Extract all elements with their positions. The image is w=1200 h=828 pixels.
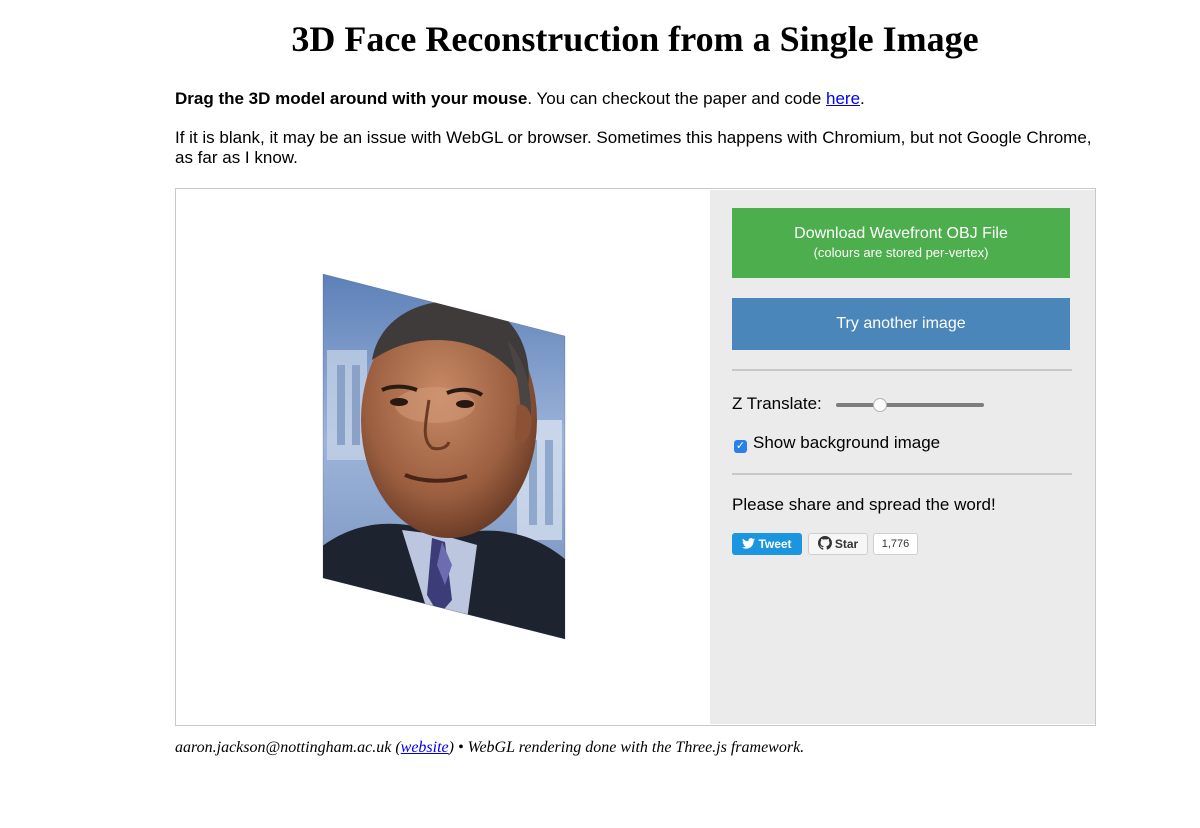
download-obj-sublabel: (colours are stored per-vertex) — [813, 245, 989, 260]
footer: aaron.jackson@nottingham.ac.uk (website)… — [175, 739, 804, 757]
star-count[interactable]: 1,776 — [873, 533, 918, 555]
slider-track[interactable] — [836, 403, 984, 407]
tweet-button[interactable]: Tweet — [732, 533, 802, 555]
slider-thumb[interactable] — [873, 398, 888, 412]
intro-text: Drag the 3D model around with your mouse… — [175, 89, 1100, 109]
face-texture — [323, 274, 565, 639]
show-background-row[interactable]: ✓ Show background image — [734, 433, 940, 453]
divider — [732, 369, 1072, 371]
share-text: Please share and spread the word! — [732, 495, 996, 514]
show-background-checkbox[interactable]: ✓ — [734, 440, 747, 453]
page-title: 3D Face Reconstruction from a Single Ima… — [291, 19, 979, 59]
3d-canvas[interactable] — [177, 190, 710, 724]
face-model[interactable] — [177, 190, 710, 724]
webgl-warning: If it is blank, it may be an issue with … — [175, 128, 1092, 167]
z-translate-label: Z Translate: — [732, 394, 822, 413]
author-email: aaron.jackson@nottingham.ac.uk — [175, 739, 392, 756]
download-obj-label: Download Wavefront OBJ File — [794, 225, 1008, 242]
github-octocat-icon — [817, 536, 832, 550]
twitter-bird-icon — [742, 538, 756, 549]
footer-credits: ) • WebGL rendering done with the Three.… — [448, 739, 805, 756]
z-translate-slider[interactable] — [836, 398, 984, 412]
tweet-label: Tweet — [758, 537, 792, 551]
intro-middle: . You can checkout the paper and code — [527, 89, 827, 108]
divider — [732, 473, 1072, 475]
show-background-label: Show background image — [753, 433, 941, 452]
checkmark-icon: ✓ — [735, 440, 746, 452]
github-star-button[interactable]: Star — [808, 533, 868, 555]
star-label: Star — [834, 537, 859, 551]
website-link[interactable]: website — [401, 739, 449, 756]
viewer-container: Download Wavefront OBJ File (colours are… — [175, 188, 1096, 726]
try-another-image-button[interactable]: Try another image — [732, 298, 1070, 350]
control-panel: Download Wavefront OBJ File (colours are… — [710, 190, 1095, 724]
z-translate-row: Z Translate: — [732, 394, 984, 414]
footer-paren: ( — [391, 739, 401, 756]
intro-end: . — [860, 89, 865, 108]
intro-bold: Drag the 3D model around with your mouse — [175, 89, 528, 108]
download-obj-button[interactable]: Download Wavefront OBJ File (colours are… — [732, 208, 1070, 278]
paper-code-link[interactable]: here — [826, 89, 860, 108]
